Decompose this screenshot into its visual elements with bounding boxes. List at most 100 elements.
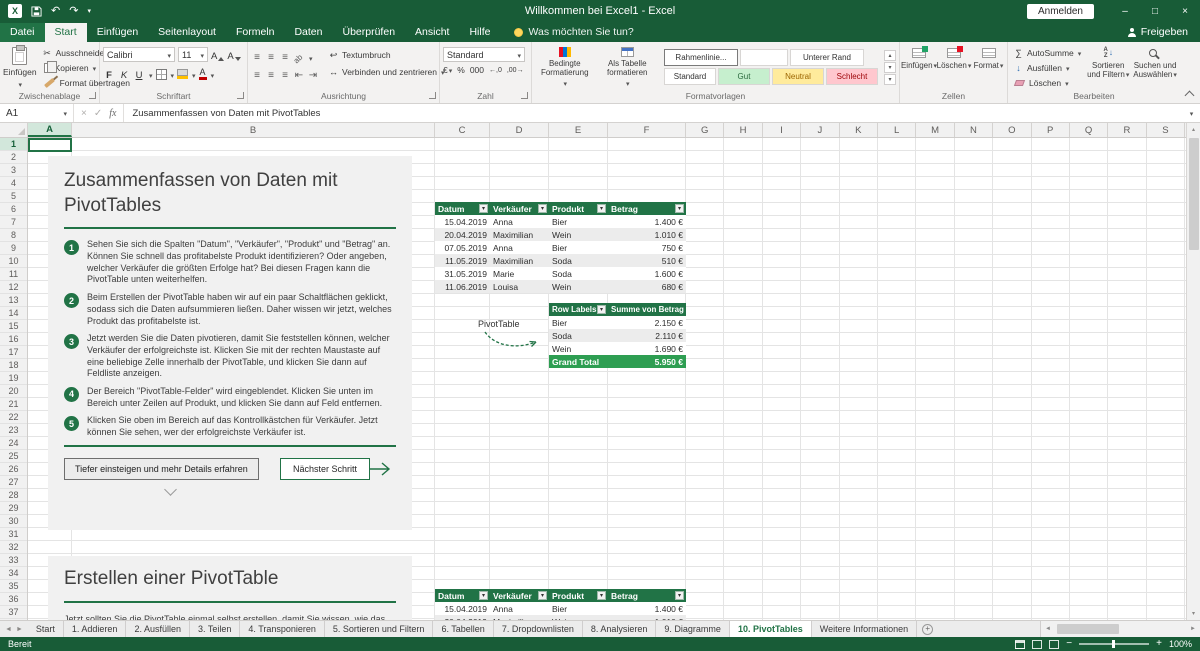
row-header[interactable]: 7 xyxy=(0,216,27,229)
row-header[interactable]: 18 xyxy=(0,359,27,372)
normal-view-icon[interactable] xyxy=(1015,640,1025,649)
cell-produkt[interactable]: Bier xyxy=(549,217,608,227)
row-header[interactable]: 9 xyxy=(0,242,27,255)
align-left-icon[interactable]: ≡ xyxy=(251,70,263,81)
qat-customize-icon[interactable]: ▾ xyxy=(87,8,91,15)
cell-verkaeufer[interactable]: Louisa xyxy=(490,282,549,292)
column-header[interactable]: F xyxy=(608,123,686,137)
sign-in-button[interactable]: Anmelden xyxy=(1027,4,1094,19)
vertical-scrollbar[interactable]: ▴ ▾ xyxy=(1186,123,1200,620)
filter-dropdown-icon[interactable] xyxy=(597,204,606,213)
pivot-row-value[interactable]: 2.150 € xyxy=(608,318,686,328)
fill-button[interactable]: ↓Ausfüllen xyxy=(1011,61,1083,75)
page-layout-view-icon[interactable] xyxy=(1032,640,1042,649)
row-header[interactable]: 33 xyxy=(0,554,27,567)
sheet-tab[interactable]: 4. Transponieren xyxy=(240,621,325,637)
filter-dropdown-icon[interactable] xyxy=(675,204,684,213)
find-select-button[interactable]: Suchen und Auswählen xyxy=(1133,44,1177,90)
cell-verkaeufer[interactable]: Maximilian xyxy=(490,230,549,240)
column-header[interactable]: D xyxy=(490,123,549,137)
paste-button[interactable]: Einfügen xyxy=(3,44,37,90)
zoom-slider-thumb[interactable] xyxy=(1112,640,1115,648)
sheet-tab[interactable]: 10. PivotTables xyxy=(730,621,812,637)
sheet-tab[interactable]: Start xyxy=(28,621,64,637)
number-format-select[interactable]: Standard xyxy=(443,47,525,62)
row-header[interactable]: 31 xyxy=(0,528,27,541)
pivot-row[interactable]: Soda 2.110 € xyxy=(549,329,686,342)
merge-center-button[interactable]: ↔Verbinden und zentrieren xyxy=(326,65,447,79)
zoom-in-icon[interactable]: + xyxy=(1156,639,1162,649)
deep-dive-button[interactable]: Tiefer einsteigen und mehr Details erfah… xyxy=(64,458,259,480)
pivot-row-value[interactable]: 2.110 € xyxy=(608,331,686,341)
borders-icon[interactable] xyxy=(156,69,167,80)
save-icon[interactable] xyxy=(31,6,42,17)
vertical-scroll-thumb[interactable] xyxy=(1189,138,1199,250)
ribbon-tab[interactable]: Seitenlayout xyxy=(148,23,226,42)
cell-verkaeufer[interactable]: Anna xyxy=(490,217,549,227)
row-header[interactable]: 24 xyxy=(0,437,27,450)
row-header[interactable]: 10 xyxy=(0,255,27,268)
maximize-button[interactable]: □ xyxy=(1140,0,1170,22)
sheet-tab[interactable]: 8. Analysieren xyxy=(583,621,657,637)
column-header[interactable]: L xyxy=(878,123,916,137)
ribbon-tab[interactable]: Start xyxy=(45,23,87,42)
autosum-button[interactable]: ∑AutoSumme xyxy=(1011,46,1083,60)
row-header[interactable]: 2 xyxy=(0,151,27,164)
hscroll-right-icon[interactable]: ► xyxy=(1186,626,1200,632)
cell-betrag[interactable]: 1.400 € xyxy=(608,217,686,227)
cell-produkt[interactable]: Bier xyxy=(549,243,608,253)
page-break-view-icon[interactable] xyxy=(1049,640,1059,649)
row-header[interactable]: 26 xyxy=(0,463,27,476)
grow-font-button[interactable]: A xyxy=(211,48,224,61)
table-header-betrag[interactable]: Betrag xyxy=(608,589,686,602)
row-header[interactable]: 16 xyxy=(0,333,27,346)
dialog-launcher-icon[interactable] xyxy=(89,92,96,99)
insert-function-icon[interactable]: fx xyxy=(109,108,116,119)
decrease-decimal-icon[interactable]: ,00→ xyxy=(507,67,524,74)
column-header[interactable]: C xyxy=(435,123,490,137)
pivot-row-value[interactable]: 1.690 € xyxy=(608,344,686,354)
horizontal-scrollbar[interactable]: ◄ ► xyxy=(1040,621,1200,637)
cell-produkt[interactable]: Soda xyxy=(549,269,608,279)
accounting-format-icon[interactable]: € xyxy=(443,65,452,75)
share-button[interactable]: Freigeben xyxy=(1128,26,1188,42)
filter-dropdown-icon[interactable] xyxy=(479,591,488,600)
row-header[interactable]: 4 xyxy=(0,177,27,190)
table-header-datum[interactable]: Datum xyxy=(435,589,490,602)
cell-verkaeufer[interactable]: Marie xyxy=(490,269,549,279)
row-header[interactable]: 29 xyxy=(0,502,27,515)
row-header[interactable]: 15 xyxy=(0,320,27,333)
cell-betrag[interactable]: 1.600 € xyxy=(608,269,686,279)
cell-betrag[interactable]: 1.010 € xyxy=(608,230,686,240)
column-header[interactable]: K xyxy=(840,123,878,137)
table-header-verkaeufer[interactable]: Verkäufer xyxy=(490,589,549,602)
sort-filter-button[interactable]: AZ↓ Sortieren und Filtern xyxy=(1086,44,1130,90)
column-header[interactable]: M xyxy=(916,123,954,137)
shrink-font-button[interactable]: A xyxy=(227,48,240,61)
sheet-tab[interactable]: 5. Sortieren und Filtern xyxy=(325,621,434,637)
wrap-text-button[interactable]: ↩Textumbruch xyxy=(326,48,447,62)
format-as-table-button[interactable]: Als Tabelle formatieren xyxy=(598,44,658,90)
style-blank[interactable] xyxy=(740,49,788,66)
ribbon-tab[interactable]: Daten xyxy=(284,23,332,42)
column-header[interactable]: O xyxy=(993,123,1031,137)
table-row[interactable]: 11.05.2019 Maximilian Soda 510 € xyxy=(435,254,686,267)
ribbon-tab[interactable]: Formeln xyxy=(226,23,285,42)
row-header[interactable]: 14 xyxy=(0,307,27,320)
cell-verkaeufer[interactable]: Anna xyxy=(490,243,549,253)
style-unterer-rand[interactable]: Unterer Rand xyxy=(790,49,864,66)
pivot-grand-total-row[interactable]: Grand Total 5.950 € xyxy=(549,355,686,368)
column-header[interactable]: S xyxy=(1147,123,1185,137)
row-header[interactable]: 13 xyxy=(0,294,27,307)
pivot-row-label[interactable]: Bier xyxy=(549,318,608,328)
increase-indent-icon[interactable]: ⇥ xyxy=(307,70,319,81)
row-header[interactable]: 37 xyxy=(0,606,27,619)
percent-style-icon[interactable]: % xyxy=(457,65,465,75)
pivot-row-label[interactable]: Wein xyxy=(549,344,608,354)
cell-produkt[interactable]: Wein xyxy=(549,230,608,240)
row-header[interactable]: 5 xyxy=(0,190,27,203)
table-row[interactable]: 20.04.2019 Maximilian Wein 1.010 € xyxy=(435,228,686,241)
column-header[interactable]: N xyxy=(955,123,993,137)
cell-betrag[interactable]: 1.010 € xyxy=(608,617,686,621)
align-bottom-icon[interactable]: ≡ xyxy=(279,52,291,63)
